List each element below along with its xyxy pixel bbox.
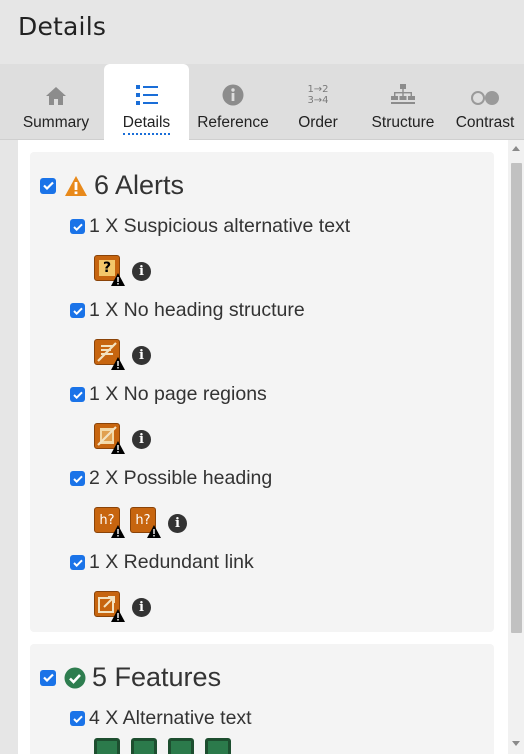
info-icon[interactable]: i: [132, 430, 151, 449]
alert-item-label: 1 X Redundant link: [89, 551, 254, 573]
structure-icon: [391, 84, 415, 104]
warning-badge-icon: [111, 357, 125, 370]
check-circle-icon: [64, 667, 86, 688]
feature-item-icons: [94, 738, 242, 754]
alerts-checkbox[interactable]: [40, 177, 56, 194]
info-icon[interactable]: i: [132, 346, 151, 365]
page-title: Details: [18, 12, 107, 41]
vertical-scrollbar[interactable]: [508, 140, 524, 754]
check-icon: [42, 673, 54, 682]
info-icon[interactable]: i: [132, 598, 151, 617]
check-icon: [72, 391, 83, 399]
alert-item: 1 X Suspicious alternative text: [70, 215, 350, 238]
tab-structure[interactable]: Structure: [362, 64, 444, 140]
alert-item: 1 X No page regions: [70, 383, 267, 406]
tab-label: Details: [122, 114, 171, 135]
alerts-group: 6 Alerts 1 X Suspicious alternative text…: [30, 152, 494, 632]
tab-order[interactable]: 1→2 3→4 Order: [282, 64, 354, 140]
features-title: 5 Features: [92, 662, 222, 692]
alert-item-icons: i: [94, 339, 151, 370]
alert-item: 1 X No heading structure: [70, 299, 305, 322]
scrollbar-thumb[interactable]: [511, 163, 522, 633]
warning-badge-icon: [111, 609, 125, 622]
alert-item: 2 X Possible heading: [70, 467, 272, 490]
alert-item-icons: i: [94, 423, 151, 454]
possible-heading-icon[interactable]: h?: [130, 507, 161, 538]
tab-label: Structure: [371, 114, 435, 131]
feature-item: 4 X Alternative text: [70, 707, 252, 730]
alert-item: 1 X Redundant link: [70, 551, 254, 574]
details-panel[interactable]: 6 Alerts 1 X Suspicious alternative text…: [18, 140, 524, 754]
check-icon: [42, 181, 54, 190]
alert-item-label: 2 X Possible heading: [89, 467, 273, 489]
scroll-up-arrow-icon[interactable]: [512, 146, 520, 151]
features-heading: 5 Features: [40, 662, 221, 693]
alert-item-icons: i: [94, 591, 151, 622]
alert-item-label: 1 X Suspicious alternative text: [89, 215, 351, 237]
alert-item-icons: h? h? i: [94, 507, 187, 538]
feature-item-label: 4 X Alternative text: [89, 707, 252, 729]
tab-label: Reference: [197, 114, 269, 131]
warning-badge-icon: [111, 525, 125, 538]
info-icon[interactable]: i: [168, 514, 187, 533]
alert-item-checkbox[interactable]: [70, 303, 85, 318]
info-icon: [222, 84, 244, 106]
alert-item-checkbox[interactable]: [70, 387, 85, 402]
scroll-down-arrow-icon[interactable]: [512, 741, 520, 746]
check-icon: [72, 559, 83, 567]
redundant-link-icon[interactable]: [94, 591, 125, 622]
alert-item-label: 1 X No heading structure: [89, 299, 305, 321]
alert-item-checkbox[interactable]: [70, 471, 85, 486]
check-icon: [72, 307, 83, 315]
alt-text-icon[interactable]: [94, 738, 120, 754]
warning-badge-icon: [147, 525, 161, 538]
warning-badge-icon: [111, 441, 125, 454]
alert-item-label: 1 X No page regions: [89, 383, 267, 405]
tab-label: Order: [298, 114, 338, 131]
alerts-title: 6 Alerts: [94, 170, 185, 200]
tab-reference[interactable]: Reference: [190, 64, 276, 140]
alt-text-icon[interactable]: [205, 738, 231, 754]
no-page-regions-icon[interactable]: [94, 423, 125, 454]
check-icon: [72, 223, 83, 231]
tab-details[interactable]: Details: [104, 64, 189, 140]
no-heading-structure-icon[interactable]: [94, 339, 125, 370]
alt-text-icon[interactable]: [168, 738, 194, 754]
alert-item-checkbox[interactable]: [70, 219, 85, 234]
features-checkbox[interactable]: [40, 669, 56, 686]
panel-header: Details: [0, 0, 524, 64]
check-icon: [72, 475, 83, 483]
tab-label: Contrast: [455, 114, 515, 131]
alert-item-checkbox[interactable]: [70, 555, 85, 570]
alerts-heading: 6 Alerts: [40, 170, 184, 201]
tab-label: Summary: [22, 114, 90, 131]
alert-item-icons: ? i: [94, 255, 151, 286]
features-group: 5 Features 4 X Alternative text: [30, 644, 494, 754]
alt-text-icon[interactable]: [131, 738, 157, 754]
check-icon: [72, 715, 83, 723]
warning-badge-icon: [111, 273, 125, 286]
home-icon: [46, 87, 66, 105]
tab-contrast[interactable]: Contrast: [446, 64, 524, 140]
list-icon: [135, 85, 158, 105]
possible-heading-icon[interactable]: h?: [94, 507, 125, 538]
tab-bar: Summary Details Reference 1→2 3→4 Order …: [0, 64, 524, 140]
order-icon: 1→2 3→4: [307, 84, 329, 106]
tab-summary[interactable]: Summary: [10, 64, 102, 140]
suspicious-alt-icon[interactable]: ?: [94, 255, 125, 286]
contrast-icon: [471, 91, 499, 105]
warning-icon: [65, 175, 87, 196]
info-icon[interactable]: i: [132, 262, 151, 281]
feature-item-checkbox[interactable]: [70, 711, 85, 726]
